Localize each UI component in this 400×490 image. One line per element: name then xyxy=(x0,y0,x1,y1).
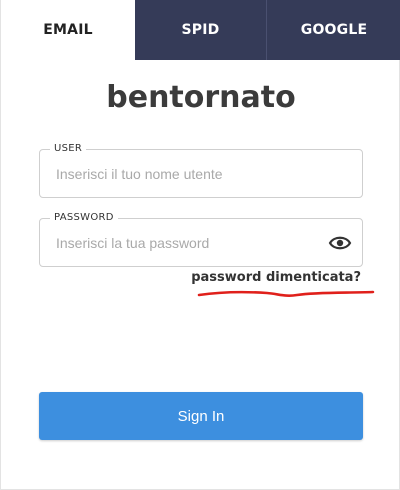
tab-google[interactable]: GOOGLE xyxy=(267,0,400,60)
tab-email[interactable]: EMAIL xyxy=(1,0,135,60)
password-field: PASSWORD xyxy=(39,212,363,267)
password-input[interactable] xyxy=(56,219,326,266)
red-underline-annotation xyxy=(197,290,375,297)
user-field: USER xyxy=(39,143,363,198)
forgot-password-link[interactable]: password dimenticata? xyxy=(191,270,361,285)
page-title: bentornato xyxy=(106,80,296,115)
login-tabs: EMAIL SPID GOOGLE xyxy=(1,0,400,60)
tab-spid[interactable]: SPID xyxy=(135,0,267,60)
sign-in-button[interactable]: Sign In xyxy=(39,392,363,440)
user-input[interactable] xyxy=(56,150,326,197)
eye-icon[interactable] xyxy=(328,232,352,254)
login-panel: EMAIL SPID GOOGLE bentornato USER PASSWO… xyxy=(0,0,400,490)
